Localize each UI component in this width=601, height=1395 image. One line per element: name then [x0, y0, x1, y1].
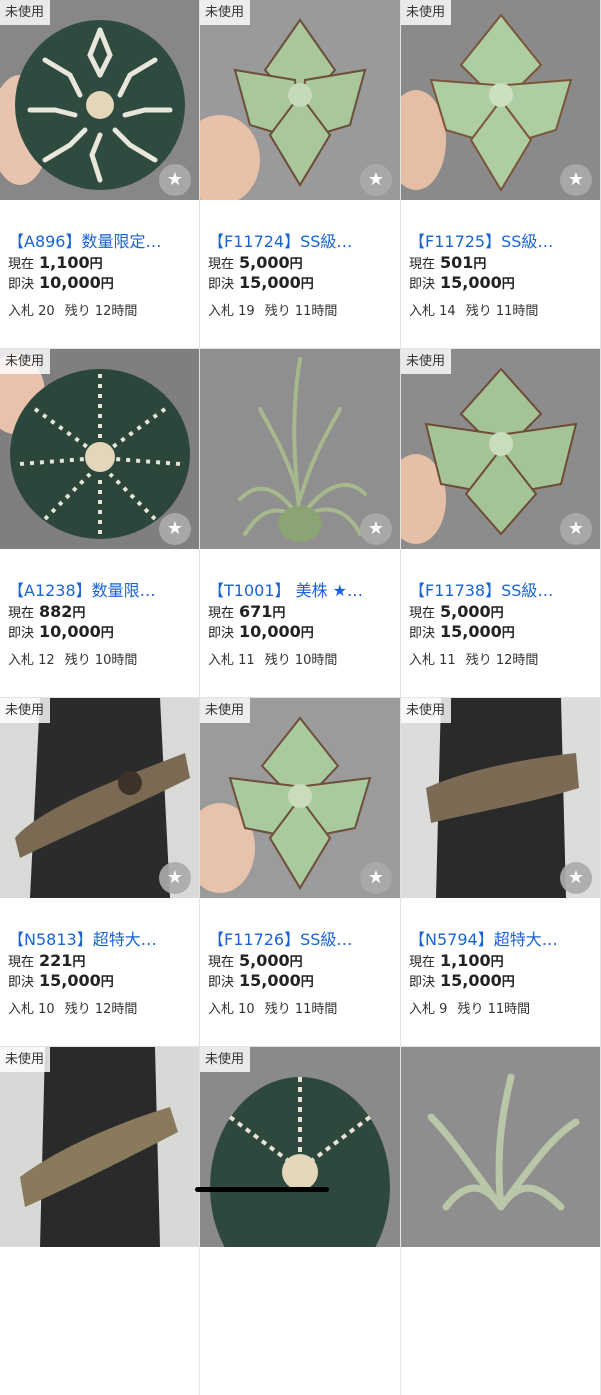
product-image[interactable]: [401, 1047, 600, 1247]
watchlist-button[interactable]: ★: [560, 513, 592, 545]
product-card[interactable]: 未使用 ★ 【F11726】SS級… 現在 5,000円 即決 15,000円 入札…: [200, 698, 400, 1046]
product-image[interactable]: 未使用: [200, 1047, 400, 1247]
product-card[interactable]: 未使用: [0, 1047, 199, 1395]
unused-badge: 未使用: [200, 1047, 251, 1072]
bid-info: 入札 12 残り 10時間: [8, 653, 138, 668]
product-card[interactable]: 未使用: [200, 1047, 400, 1395]
item-title[interactable]: 【N5794】超特大…: [409, 929, 590, 951]
product-image[interactable]: 未使用 ★: [401, 349, 600, 549]
watchlist-button[interactable]: ★: [560, 164, 592, 196]
product-image[interactable]: 未使用 ★: [200, 0, 400, 200]
current-price-row: 現在 882円: [8, 602, 86, 621]
star-icon: ★: [567, 867, 585, 888]
product-card[interactable]: ★ 【T1001】 美株 ★… 現在 671円 即決 10,000円 入札 11 残り…: [200, 349, 400, 697]
product-grid: 未使用 ★ 【A896】数量限定… 現在 1,100円 即決 10,000円 入札 …: [0, 0, 601, 1395]
product-image[interactable]: 未使用: [0, 1047, 199, 1247]
product-card[interactable]: 未使用 ★ 【A896】数量限定… 現在 1,100円 即決 10,000円 入札 …: [0, 0, 199, 348]
current-price-row: 現在 5,000円: [409, 602, 504, 621]
current-price-row: 現在 221円: [8, 951, 86, 970]
product-image[interactable]: ★: [200, 349, 400, 549]
product-image[interactable]: 未使用 ★: [0, 698, 199, 898]
bid-info: 入札 19 残り 11時間: [208, 304, 338, 319]
watchlist-button[interactable]: ★: [159, 513, 191, 545]
current-price-row: 現在 5,000円: [208, 951, 303, 970]
product-card[interactable]: 未使用 ★ 【A1238】数量限… 現在 882円 即決 10,000円 入札 12…: [0, 349, 199, 697]
watchlist-button[interactable]: ★: [159, 862, 191, 894]
buy-now-price-row: 即決 10,000円: [208, 622, 314, 641]
home-indicator[interactable]: [195, 1187, 329, 1192]
product-card[interactable]: 未使用 ★ 【N5794】超特大… 現在 1,100円 即決 15,000円 入札 …: [401, 698, 600, 1046]
product-image[interactable]: 未使用 ★: [401, 698, 600, 898]
product-card[interactable]: 未使用 ★ 【F11724】SS級… 現在 5,000円 即決 15,000円 入札…: [200, 0, 400, 348]
star-icon: ★: [166, 169, 184, 190]
item-title[interactable]: 【A1238】数量限…: [8, 580, 189, 602]
buy-now-price-row: 即決 10,000円: [8, 622, 114, 641]
product-card[interactable]: 未使用 ★ 【F11738】SS級… 現在 5,000円 即決 15,000円 入札…: [401, 349, 600, 697]
unused-badge: 未使用: [0, 0, 51, 25]
bid-info: 入札 14 残り 11時間: [409, 304, 539, 319]
current-price-row: 現在 1,100円: [8, 253, 103, 272]
star-icon: ★: [567, 169, 585, 190]
product-card[interactable]: 未使用 ★ 【F11725】SS級… 現在 501円 即決 15,000円 入札 1…: [401, 0, 600, 348]
current-price-row: 現在 501円: [409, 253, 487, 272]
product-card[interactable]: [401, 1047, 600, 1395]
watchlist-button[interactable]: ★: [360, 513, 392, 545]
current-price-row: 現在 1,100円: [409, 951, 504, 970]
item-title[interactable]: 【F11738】SS級…: [409, 580, 590, 602]
star-icon: ★: [166, 518, 184, 539]
unused-badge: 未使用: [0, 1047, 51, 1072]
item-title[interactable]: 【F11726】SS級…: [208, 929, 390, 951]
unused-badge: 未使用: [0, 349, 51, 374]
buy-now-price-row: 即決 15,000円: [8, 971, 114, 990]
buy-now-price-row: 即決 15,000円: [409, 622, 515, 641]
bid-info: 入札 10 残り 11時間: [208, 1002, 338, 1017]
star-icon: ★: [567, 518, 585, 539]
item-title[interactable]: 【F11724】SS級…: [208, 231, 390, 253]
bid-info: 入札 10 残り 12時間: [8, 1002, 138, 1017]
product-image[interactable]: 未使用 ★: [200, 698, 400, 898]
unused-badge: 未使用: [0, 698, 51, 723]
bid-info: 入札 11 残り 10時間: [208, 653, 338, 668]
current-price-row: 現在 671円: [208, 602, 286, 621]
product-image[interactable]: 未使用 ★: [0, 349, 199, 549]
bid-info: 入札 20 残り 12時間: [8, 304, 138, 319]
unused-badge: 未使用: [401, 349, 452, 374]
watchlist-button[interactable]: ★: [360, 862, 392, 894]
buy-now-price-row: 即決 15,000円: [208, 971, 314, 990]
unused-badge: 未使用: [200, 698, 251, 723]
product-card[interactable]: 未使用 ★ 【N5813】超特大… 現在 221円 即決 15,000円 入札 10…: [0, 698, 199, 1046]
current-price-row: 現在 5,000円: [208, 253, 303, 272]
unused-badge: 未使用: [401, 0, 452, 25]
item-title[interactable]: 【T1001】 美株 ★…: [208, 580, 390, 602]
star-icon: ★: [367, 518, 385, 539]
watchlist-button[interactable]: ★: [360, 164, 392, 196]
buy-now-price-row: 即決 15,000円: [208, 273, 314, 292]
watchlist-button[interactable]: ★: [159, 164, 191, 196]
unused-badge: 未使用: [401, 698, 452, 723]
star-icon: ★: [367, 169, 385, 190]
item-title[interactable]: 【A896】数量限定…: [8, 231, 189, 253]
bid-info: 入札 11 残り 12時間: [409, 653, 539, 668]
star-icon: ★: [166, 867, 184, 888]
item-title[interactable]: 【N5813】超特大…: [8, 929, 189, 951]
buy-now-price-row: 即決 15,000円: [409, 971, 515, 990]
star-icon: ★: [367, 867, 385, 888]
bid-info: 入札 9 残り 11時間: [409, 1002, 531, 1017]
product-image[interactable]: 未使用 ★: [0, 0, 199, 200]
buy-now-price-row: 即決 10,000円: [8, 273, 114, 292]
watchlist-button[interactable]: ★: [560, 862, 592, 894]
unused-badge: 未使用: [200, 0, 251, 25]
product-image[interactable]: 未使用 ★: [401, 0, 600, 200]
buy-now-price-row: 即決 15,000円: [409, 273, 515, 292]
item-title[interactable]: 【F11725】SS級…: [409, 231, 590, 253]
